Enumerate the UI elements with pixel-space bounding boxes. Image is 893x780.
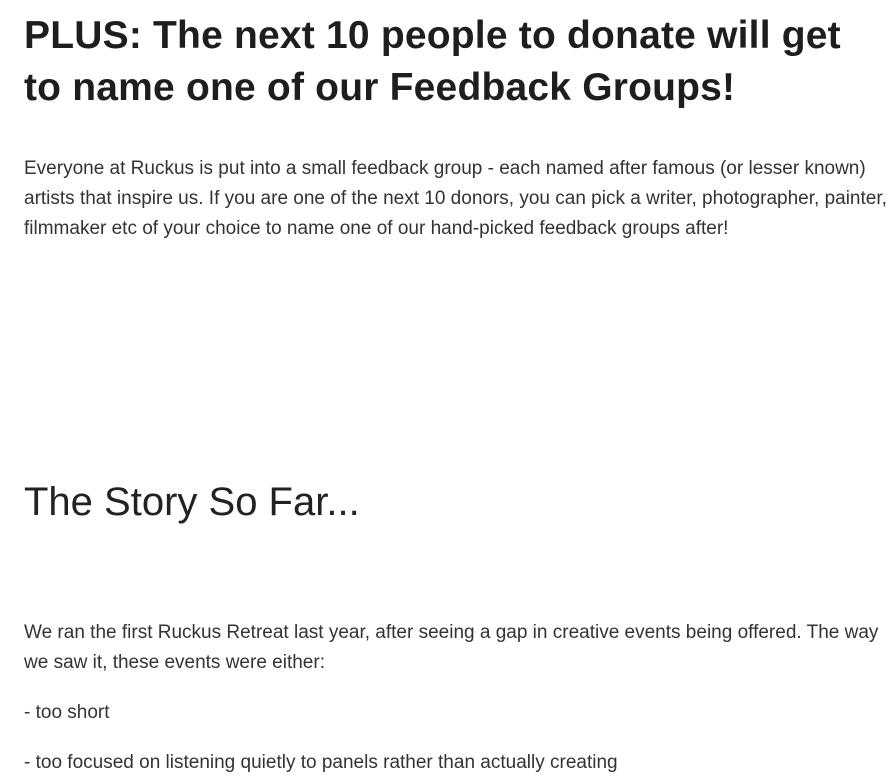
feedback-groups-paragraph: Everyone at Ruckus is put into a small f… — [24, 158, 887, 239]
story-section-title: The Story So Far... — [24, 480, 360, 524]
list-item: - too focused on listening quietly to pa… — [24, 752, 618, 773]
story-paragraph: We ran the first Ruckus Retreat last yea… — [24, 622, 879, 673]
list-item: - too short — [24, 702, 110, 723]
donation-headline: PLUS: The next 10 people to donate will … — [24, 14, 841, 109]
article-page: PLUS: The next 10 people to donate will … — [0, 0, 893, 780]
